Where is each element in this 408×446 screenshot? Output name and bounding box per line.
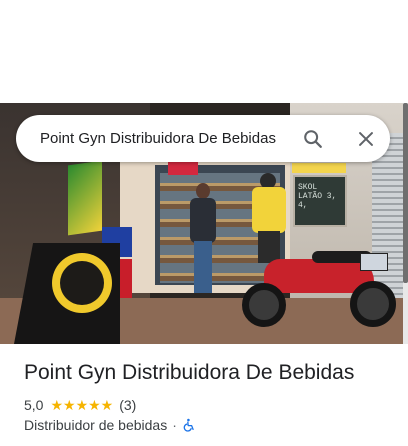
scrollbar-thumb[interactable] bbox=[403, 103, 408, 283]
search-input[interactable] bbox=[40, 115, 294, 162]
place-title: Point Gyn Distribuidora De Bebidas bbox=[24, 361, 355, 384]
top-blank-area bbox=[0, 0, 408, 103]
photo-motorcycle-wheel bbox=[350, 281, 396, 327]
category-row: Distribuidor de bebidas · bbox=[24, 416, 196, 434]
rating-row[interactable]: 5,0 ★★★★★ (3) bbox=[24, 396, 136, 414]
photo-promo-banner bbox=[292, 163, 346, 173]
photo-aframe-logo-inner bbox=[60, 261, 104, 305]
separator-dot: · bbox=[172, 417, 177, 433]
place-category: Distribuidor de bebidas bbox=[24, 417, 168, 433]
rating-value: 5,0 bbox=[24, 397, 44, 413]
photo-person-legs bbox=[194, 241, 212, 293]
photo-red-sign bbox=[168, 161, 198, 175]
search-bar[interactable] bbox=[16, 115, 390, 162]
search-icon[interactable] bbox=[302, 128, 324, 150]
wheelchair-icon bbox=[182, 418, 196, 432]
photo-person-head bbox=[196, 183, 210, 199]
photo-motorcycle-plate bbox=[360, 253, 388, 271]
photo-motorcycle-wheel bbox=[242, 283, 286, 327]
close-icon[interactable] bbox=[355, 128, 377, 150]
star-rating-icon: ★★★★★ bbox=[50, 396, 114, 413]
review-count[interactable]: (3) bbox=[119, 397, 136, 413]
photo-chalkboard-text: SKOL LATÃO 3, 4, bbox=[298, 183, 337, 210]
photo-person-left bbox=[190, 183, 216, 293]
photo-motorcycle bbox=[242, 243, 403, 333]
photo-person-torso bbox=[190, 198, 216, 243]
photo-flag bbox=[68, 160, 102, 236]
photo-person-torso bbox=[252, 187, 286, 233]
